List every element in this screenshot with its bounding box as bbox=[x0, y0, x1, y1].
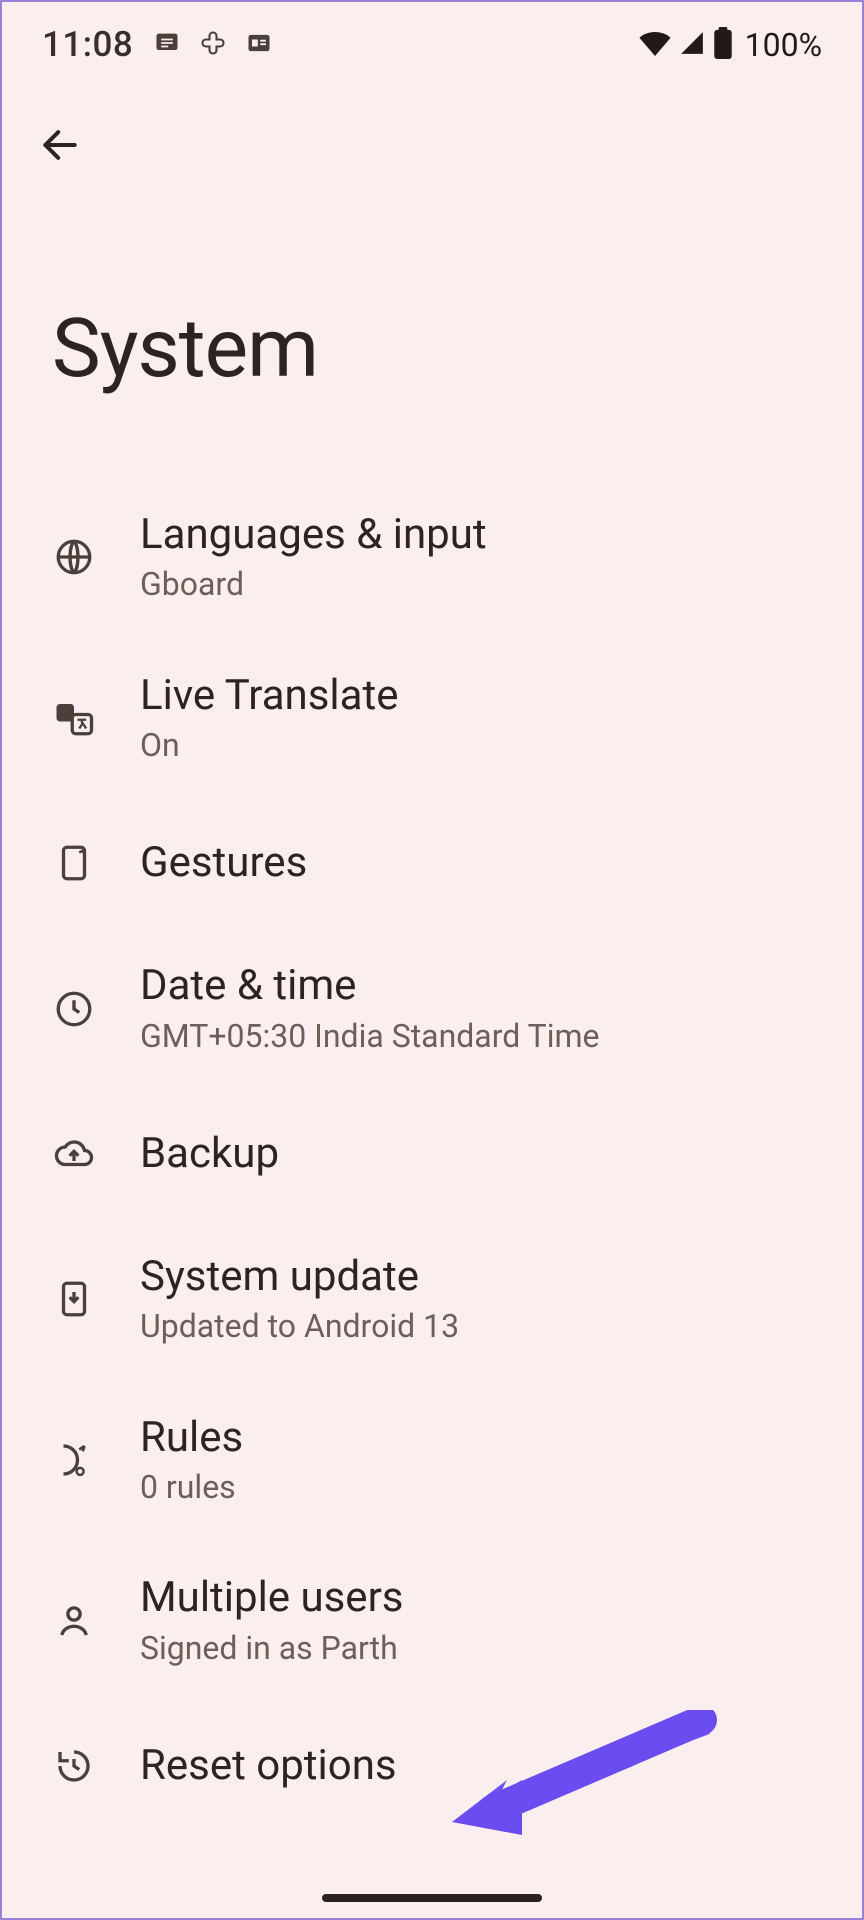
setting-subtitle: Signed in as Parth bbox=[140, 1629, 403, 1667]
setting-subtitle: 0 rules bbox=[140, 1468, 243, 1506]
cloud-upload-icon bbox=[52, 1132, 96, 1176]
setting-languages-input[interactable]: Languages & input Gboard bbox=[2, 477, 862, 638]
setting-subtitle: Gboard bbox=[140, 565, 487, 603]
messages-icon bbox=[153, 29, 181, 61]
gestures-icon bbox=[52, 841, 96, 885]
photos-icon bbox=[199, 29, 227, 61]
setting-gestures[interactable]: Gestures bbox=[2, 798, 862, 928]
reset-icon bbox=[52, 1744, 96, 1788]
setting-title: System update bbox=[140, 1253, 459, 1301]
setting-subtitle: GMT+05:30 India Standard Time bbox=[140, 1017, 600, 1055]
setting-subtitle: Updated to Android 13 bbox=[140, 1307, 459, 1345]
clock-icon bbox=[52, 987, 96, 1031]
setting-title: Multiple users bbox=[140, 1574, 403, 1622]
setting-backup[interactable]: Backup bbox=[2, 1089, 862, 1219]
app-bar bbox=[2, 77, 862, 191]
setting-title: Languages & input bbox=[140, 511, 487, 559]
person-icon bbox=[52, 1599, 96, 1643]
settings-list: Languages & input Gboard G Live Translat… bbox=[2, 477, 862, 1831]
setting-rules[interactable]: Rules 0 rules bbox=[2, 1380, 862, 1541]
status-bar: 11:08 100% bbox=[2, 2, 862, 77]
status-left: 11:08 bbox=[42, 24, 273, 65]
setting-system-update[interactable]: System update Updated to Android 13 bbox=[2, 1219, 862, 1380]
back-button[interactable] bbox=[38, 152, 82, 171]
news-icon bbox=[245, 29, 273, 61]
cell-signal-icon bbox=[677, 30, 707, 60]
system-update-icon bbox=[52, 1277, 96, 1321]
setting-title: Backup bbox=[140, 1130, 279, 1178]
setting-subtitle: On bbox=[140, 726, 399, 764]
setting-multiple-users[interactable]: Multiple users Signed in as Parth bbox=[2, 1540, 862, 1701]
home-indicator[interactable] bbox=[322, 1894, 542, 1902]
status-right: 100% bbox=[639, 26, 822, 64]
setting-title: Date & time bbox=[140, 962, 600, 1010]
setting-live-translate[interactable]: G Live Translate On bbox=[2, 638, 862, 799]
notification-icons bbox=[153, 29, 273, 61]
setting-title: Reset options bbox=[140, 1742, 397, 1790]
setting-title: Gestures bbox=[140, 839, 307, 887]
battery-percentage: 100% bbox=[745, 26, 822, 64]
battery-icon bbox=[713, 27, 733, 63]
svg-text:G: G bbox=[61, 706, 69, 720]
status-clock: 11:08 bbox=[42, 24, 133, 65]
rules-icon bbox=[52, 1438, 96, 1482]
setting-title: Live Translate bbox=[140, 672, 399, 720]
translate-icon: G bbox=[52, 696, 96, 740]
wifi-icon bbox=[639, 30, 671, 60]
page-title: System bbox=[2, 191, 862, 477]
setting-date-time[interactable]: Date & time GMT+05:30 India Standard Tim… bbox=[2, 928, 862, 1089]
setting-reset-options[interactable]: Reset options bbox=[2, 1701, 862, 1831]
setting-title: Rules bbox=[140, 1414, 243, 1462]
globe-icon bbox=[52, 535, 96, 579]
